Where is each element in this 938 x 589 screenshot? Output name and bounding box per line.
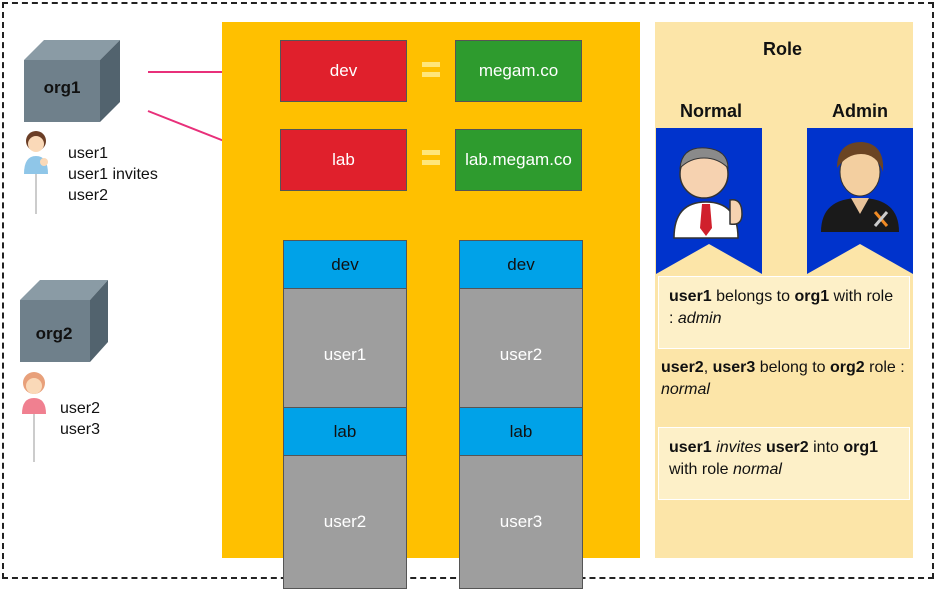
admin-user-icon bbox=[807, 128, 913, 274]
org2-user-list: user2 user3 bbox=[60, 398, 100, 440]
org1-user-2: user1 invites bbox=[68, 166, 158, 183]
org1-user-3: user2 bbox=[68, 187, 109, 204]
note-user1-invites: user1 invites user2 into org1 with role … bbox=[658, 427, 910, 500]
assignment-user: user1 bbox=[284, 289, 406, 421]
assignment-env: dev bbox=[284, 241, 406, 289]
note-text: role : bbox=[864, 359, 905, 376]
note-text: normal bbox=[661, 381, 710, 398]
assignment-user: user3 bbox=[460, 456, 582, 588]
equals-icon bbox=[422, 150, 440, 170]
note-text: belongs to bbox=[711, 288, 795, 305]
assignment-env: lab bbox=[460, 408, 582, 456]
note-text: org1 bbox=[794, 288, 830, 305]
note-user1-admin: user1 belongs to org1 with role : admin bbox=[658, 276, 910, 349]
note-text: org2 bbox=[830, 359, 865, 376]
assignment-card: dev user1 bbox=[283, 240, 407, 422]
note-text: belong to bbox=[755, 359, 831, 376]
assignment-card: dev user2 bbox=[459, 240, 583, 422]
role-admin-label: Admin bbox=[832, 101, 888, 121]
org2-user-2: user3 bbox=[60, 421, 101, 438]
equals-icon bbox=[422, 62, 440, 82]
note-text: user3 bbox=[712, 359, 756, 376]
note-text: , bbox=[703, 359, 713, 376]
user-avatar-icon bbox=[24, 131, 48, 214]
normal-user-icon bbox=[656, 128, 762, 274]
note-text: user1 bbox=[669, 439, 712, 456]
note-text: normal bbox=[733, 461, 782, 478]
assignment-user: user2 bbox=[284, 456, 406, 588]
org1-label: org1 bbox=[43, 78, 81, 97]
env-box-lab: lab bbox=[280, 129, 407, 191]
domain-box-lab: lab.megam.co bbox=[455, 129, 582, 191]
note-text: into bbox=[808, 439, 844, 456]
org2-label: org2 bbox=[35, 324, 73, 343]
org2-cube bbox=[20, 280, 108, 362]
role-normal-label: Normal bbox=[680, 101, 743, 121]
domain-box-dev: megam.co bbox=[455, 40, 582, 102]
note-text: admin bbox=[677, 310, 722, 327]
org2-user-1: user2 bbox=[60, 400, 101, 417]
role-title: Role bbox=[763, 39, 803, 59]
note-text: user2 bbox=[765, 439, 809, 456]
note-text: invites bbox=[716, 439, 762, 456]
assignment-env: lab bbox=[284, 408, 406, 456]
user-avatar-icon bbox=[22, 372, 46, 462]
note-org2-normal: user2, user3 belong to org2 role : norma… bbox=[661, 357, 911, 401]
assignment-env: dev bbox=[460, 241, 582, 289]
env-box-dev: dev bbox=[280, 40, 407, 102]
assignment-card: lab user3 bbox=[459, 407, 583, 589]
assignment-card: lab user2 bbox=[283, 407, 407, 589]
note-text: user2 bbox=[661, 359, 704, 376]
note-text: user1 bbox=[669, 288, 712, 305]
note-text: with role bbox=[669, 461, 734, 478]
assignment-user: user2 bbox=[460, 289, 582, 421]
note-text: org1 bbox=[843, 439, 879, 456]
